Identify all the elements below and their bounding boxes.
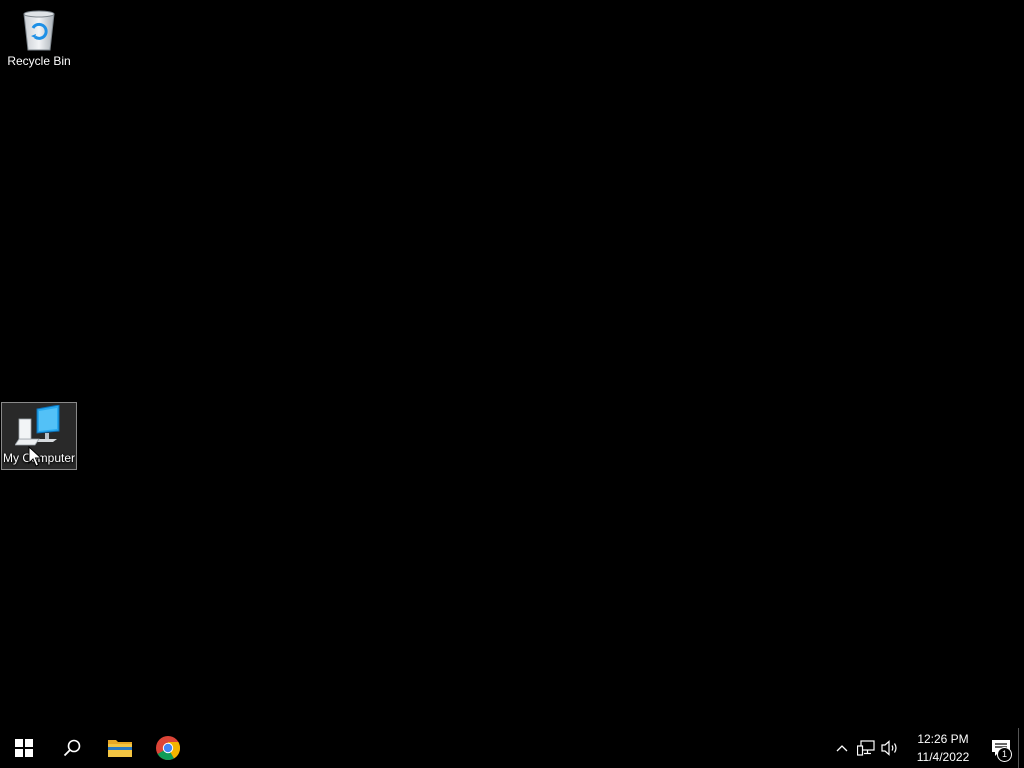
desktop-icon-recycle-bin[interactable]: Recycle Bin <box>1 6 77 74</box>
network-icon <box>857 740 875 756</box>
clock-time: 12:26 PM <box>917 732 969 746</box>
chrome-icon <box>156 736 180 760</box>
volume-icon <box>881 740 897 756</box>
desktop-icon-label: My Computer <box>2 451 76 465</box>
action-center-button[interactable]: 1 <box>984 728 1018 768</box>
windows-start-icon <box>15 739 33 757</box>
file-explorer-button[interactable] <box>96 728 144 768</box>
volume-button[interactable] <box>878 728 902 768</box>
file-explorer-icon <box>108 740 132 757</box>
taskbar: 12:26 PM 11/4/2022 1 <box>0 728 1024 768</box>
show-hidden-icons-button[interactable] <box>830 728 854 768</box>
start-button[interactable] <box>0 728 48 768</box>
desktop-icon-my-computer[interactable]: My Computer <box>1 402 77 470</box>
chevron-up-icon <box>836 745 848 752</box>
network-button[interactable] <box>854 728 878 768</box>
search-icon <box>63 739 81 757</box>
computer-icon <box>15 403 63 451</box>
desktop-icon-label: Recycle Bin <box>7 54 71 68</box>
system-tray: 12:26 PM 11/4/2022 1 <box>830 728 1024 768</box>
recycle-bin-icon <box>15 6 63 54</box>
clock[interactable]: 12:26 PM 11/4/2022 <box>908 728 978 768</box>
notification-count-badge: 1 <box>997 747 1012 762</box>
search-button[interactable] <box>48 728 96 768</box>
clock-date: 11/4/2022 <box>916 750 970 764</box>
chrome-button[interactable] <box>144 728 192 768</box>
desktop[interactable]: Recycle Bin My Computer <box>0 0 1024 728</box>
show-desktop-button[interactable] <box>1018 728 1024 768</box>
